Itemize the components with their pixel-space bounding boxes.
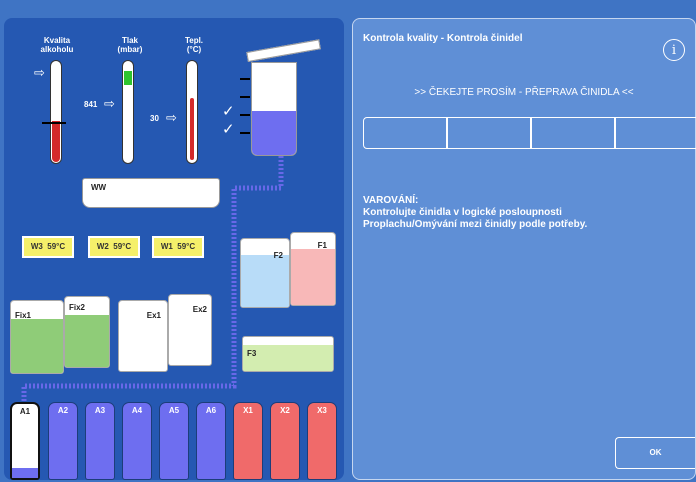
- warning-title: VAROVÁNÍ:: [363, 195, 419, 206]
- bottle-x1: X1: [233, 402, 263, 480]
- warning-text-line1: Kontrolujte činidla v logické posloupnos…: [363, 207, 562, 218]
- progress-cell: [363, 117, 447, 149]
- progress-bar: [363, 117, 696, 149]
- warning-text-line2: Proplachu/Omývání mezi činidly podle pot…: [363, 219, 588, 230]
- info-icon[interactable]: i: [663, 39, 685, 61]
- waste-container: WW: [82, 178, 220, 208]
- f3-container: F3: [242, 336, 334, 372]
- progress-cell: [531, 117, 615, 149]
- transfer-status: >> ČEKEJTE PROSÍM - PŘEPRAVA ČINIDLA <<: [414, 87, 634, 98]
- bottle-a3: A3: [85, 402, 115, 480]
- wax-bath-w1: W1 59°C: [152, 236, 204, 258]
- dialog-title: Kontrola kvality - Kontrola činidel: [363, 33, 523, 44]
- wax-bath-w3: W3 59°C: [22, 236, 74, 258]
- bottle-a1: A1: [10, 402, 40, 480]
- fix1-container: Fix1: [10, 300, 64, 374]
- ex1-container: Ex1: [118, 300, 168, 372]
- f1-container: F1: [290, 232, 336, 306]
- bottle-a6: A6: [196, 402, 226, 480]
- waste-label: WW: [91, 183, 107, 192]
- fix2-container: Fix2: [64, 296, 110, 368]
- bottle-x3: X3: [307, 402, 337, 480]
- ex2-container: Ex2: [168, 294, 212, 366]
- bottle-a2: A2: [48, 402, 78, 480]
- f2-container: F2: [240, 238, 290, 308]
- bottle-x2: X2: [270, 402, 300, 480]
- progress-cell: [615, 117, 696, 149]
- quality-control-dialog: Kontrola kvality - Kontrola činidel i >>…: [352, 18, 696, 480]
- bottle-a5: A5: [159, 402, 189, 480]
- progress-cell: [447, 117, 531, 149]
- wax-bath-w2: W2 59°C: [88, 236, 140, 258]
- bottle-a4: A4: [122, 402, 152, 480]
- ok-button[interactable]: OK: [615, 437, 695, 469]
